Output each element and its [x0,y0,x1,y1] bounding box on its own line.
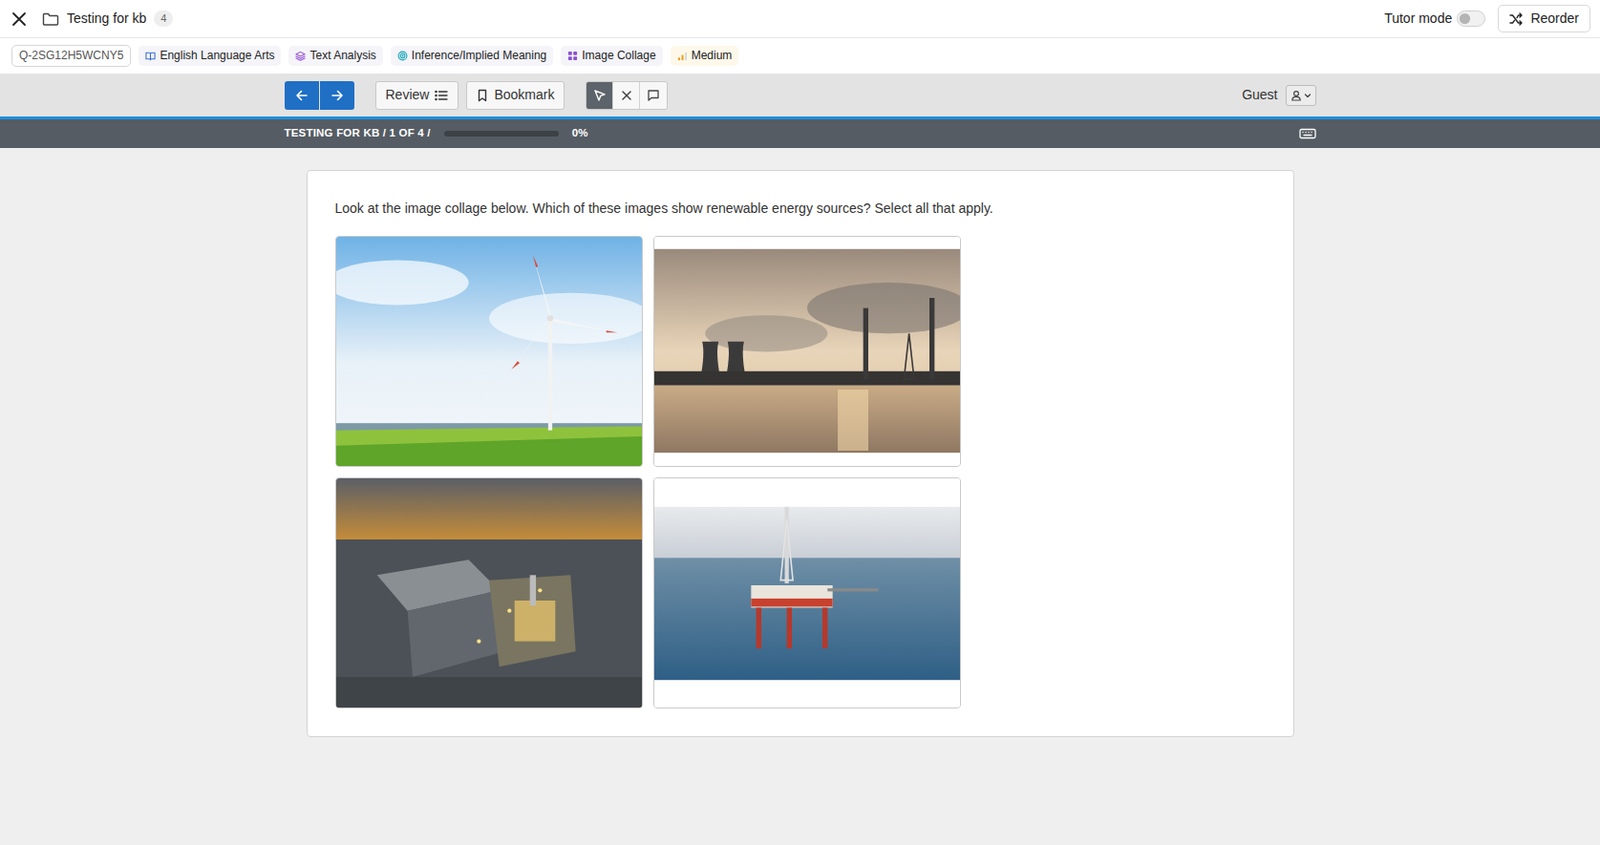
tag-label: English Language Arts [159,47,275,64]
tag: Text Analysis [288,45,383,66]
image-option[interactable] [335,235,643,468]
tag-row: Q-2SG12H5WCNY5 English Language Arts Text … [0,38,1600,74]
tag: English Language Arts [138,45,281,66]
person-icon [1290,89,1302,102]
nav-group [284,81,355,110]
progress-track [444,130,559,137]
question-text: Look at the image collage below. Which o… [335,198,1267,219]
user-name: Guest [1241,85,1278,106]
bookmark-button[interactable]: Bookmark [466,81,565,110]
wind-image [336,236,642,467]
tag: Inference/Implied Meaning [390,45,554,66]
arrow-right-icon [330,88,344,103]
tool-group [585,81,668,110]
tutor-mode-switch [1459,10,1491,27]
shuffle-icon [1509,12,1523,26]
oilrig-image [654,478,960,708]
pointer-tool[interactable] [586,82,614,109]
item-count: 4 [153,10,173,27]
book-icon [145,50,156,62]
toolbar-right: Guest [1241,85,1316,107]
tag: Medium [670,45,740,66]
grid-icon [567,50,578,62]
image-option[interactable] [653,235,961,468]
progress-inner: TESTING FOR KB / 1 OF 4 / 0% [284,125,1317,142]
tag-label: Q-2SG12H5WCNY5 [19,47,124,64]
progress-bar-strip: TESTING FOR KB / 1 OF 4 / 0% [0,119,1600,149]
tag-label: Image Collage [581,47,656,64]
factory-image [336,478,642,708]
pointer-icon [593,88,607,103]
progress-group: TESTING FOR KB / 1 OF 4 / 0% [284,125,589,142]
reorder-button[interactable]: Reorder [1497,4,1591,32]
tag: Image Collage [560,45,662,66]
toolbar-inner: Review Bookmark Guest [284,81,1317,110]
user-menu-button[interactable] [1285,85,1317,107]
tag-label: Inference/Implied Meaning [411,47,547,64]
bookmark-icon [476,88,489,103]
layers-icon [295,50,306,62]
bookmark-label: Bookmark [493,85,555,106]
image-option[interactable] [335,477,643,709]
title-group: Testing for kb 4 [11,8,173,29]
bars-icon [677,50,688,62]
top-actions: Tutor mode Reorder [1384,4,1591,32]
folder-title: Testing for kb [66,8,147,29]
chevron-down-icon [1303,91,1312,100]
eliminate-tool[interactable] [613,82,640,109]
tutor-mode-label: Tutor mode [1384,8,1452,29]
list-icon [434,89,448,102]
question-card: Look at the image collage below. Which o… [306,170,1295,738]
target-icon [397,50,408,62]
tag-label: Medium [691,47,733,64]
tutor-mode-toggle[interactable] [1456,10,1486,27]
comment-tool[interactable] [640,82,667,109]
close-icon[interactable] [11,11,27,27]
progress-label: TESTING FOR KB / 1 OF 4 / [284,125,431,142]
toolbar-left: Review Bookmark [284,81,669,110]
prev-button[interactable] [284,81,320,110]
comment-icon [646,88,661,103]
eliminate-icon [620,89,633,102]
toolbar: Review Bookmark Guest [0,73,1600,117]
review-label: Review [385,85,430,106]
powerplant-image [654,236,960,467]
review-button[interactable]: Review [375,81,460,110]
tag: Q-2SG12H5WCNY5 [11,44,131,67]
tag-label: Text Analysis [309,47,376,64]
progress-reading: 0% [572,125,589,142]
header: Testing for kb 4 Tutor mode Reorder Q-2SG12H… [0,0,1600,74]
keyboard-icon[interactable] [1299,128,1317,140]
image-option[interactable] [653,477,961,709]
folder-icon [42,11,60,27]
next-button[interactable] [320,81,355,110]
arrow-left-icon [295,88,309,103]
image-collage [335,235,1267,709]
top-bar: Testing for kb 4 Tutor mode Reorder [0,0,1600,39]
reorder-label: Reorder [1530,9,1579,27]
